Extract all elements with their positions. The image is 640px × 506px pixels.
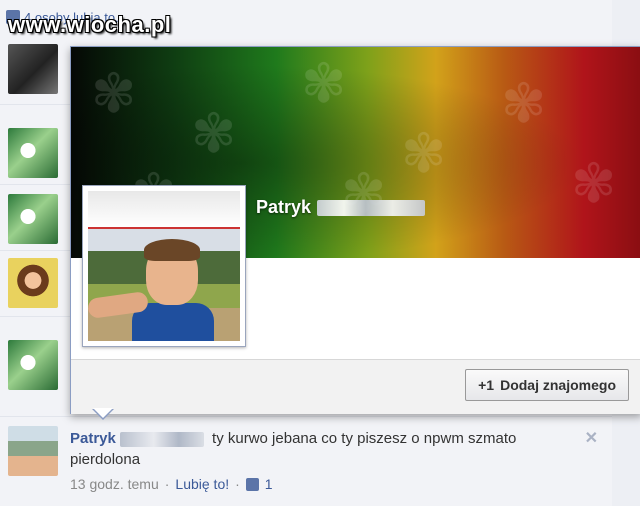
redacted-surname <box>119 431 204 447</box>
profile-first-name[interactable]: Patryk <box>256 197 311 218</box>
add-friend-icon: +1 <box>478 377 495 393</box>
comment-timestamp[interactable]: 13 godz. temu <box>70 476 159 492</box>
profile-picture-frame[interactable] <box>82 185 246 347</box>
avatar[interactable] <box>8 128 58 178</box>
profile-hovercard: ✾ ✾ ✾ ✾ ✾ ✾ ✾ ✾ Patryk +1 Dodaj znajomeg… <box>70 46 640 414</box>
comment-author-link[interactable]: Patryk <box>70 430 208 447</box>
leaf-pattern-icon: ✾ <box>301 54 347 114</box>
add-friend-button[interactable]: +1 Dodaj znajomego <box>465 369 629 401</box>
profile-picture[interactable] <box>88 191 240 341</box>
like-count[interactable]: 1 <box>265 476 273 492</box>
redacted-surname <box>317 199 426 216</box>
add-friend-label: Dodaj znajomego <box>500 377 616 393</box>
comment-meta: 13 godz. temu · Lubię to! · 1 <box>70 476 273 492</box>
leaf-pattern-icon: ✾ <box>191 104 237 164</box>
hovercard-pointer <box>92 408 114 420</box>
comment-body: Patryk ty kurwo jebana co ty piszesz o n… <box>70 428 578 470</box>
hovercard-footer: +1 Dodaj znajomego <box>71 359 640 414</box>
profile-name[interactable]: Patryk <box>256 197 426 218</box>
umbrella-shape <box>88 191 240 229</box>
avatar[interactable] <box>8 258 58 308</box>
comment-author-name[interactable]: Patryk <box>70 430 116 447</box>
watermark-logo: www.wiocha.pl <box>8 12 172 37</box>
avatar[interactable] <box>8 340 58 390</box>
leaf-pattern-icon: ✾ <box>571 154 617 214</box>
avatar[interactable] <box>8 194 58 244</box>
close-icon[interactable]: ✕ <box>585 428 598 448</box>
separator: · <box>164 476 170 492</box>
comment-author-avatar[interactable] <box>8 426 58 476</box>
hair-shape <box>144 239 200 261</box>
separator: · <box>235 476 240 492</box>
like-comment-link[interactable]: Lubię to! <box>175 476 229 492</box>
leaf-pattern-icon: ✾ <box>91 64 137 124</box>
leaf-pattern-icon: ✾ <box>401 124 447 184</box>
avatar[interactable] <box>8 44 58 94</box>
leaf-pattern-icon: ✾ <box>501 74 547 134</box>
thumbs-up-icon[interactable] <box>245 477 259 491</box>
